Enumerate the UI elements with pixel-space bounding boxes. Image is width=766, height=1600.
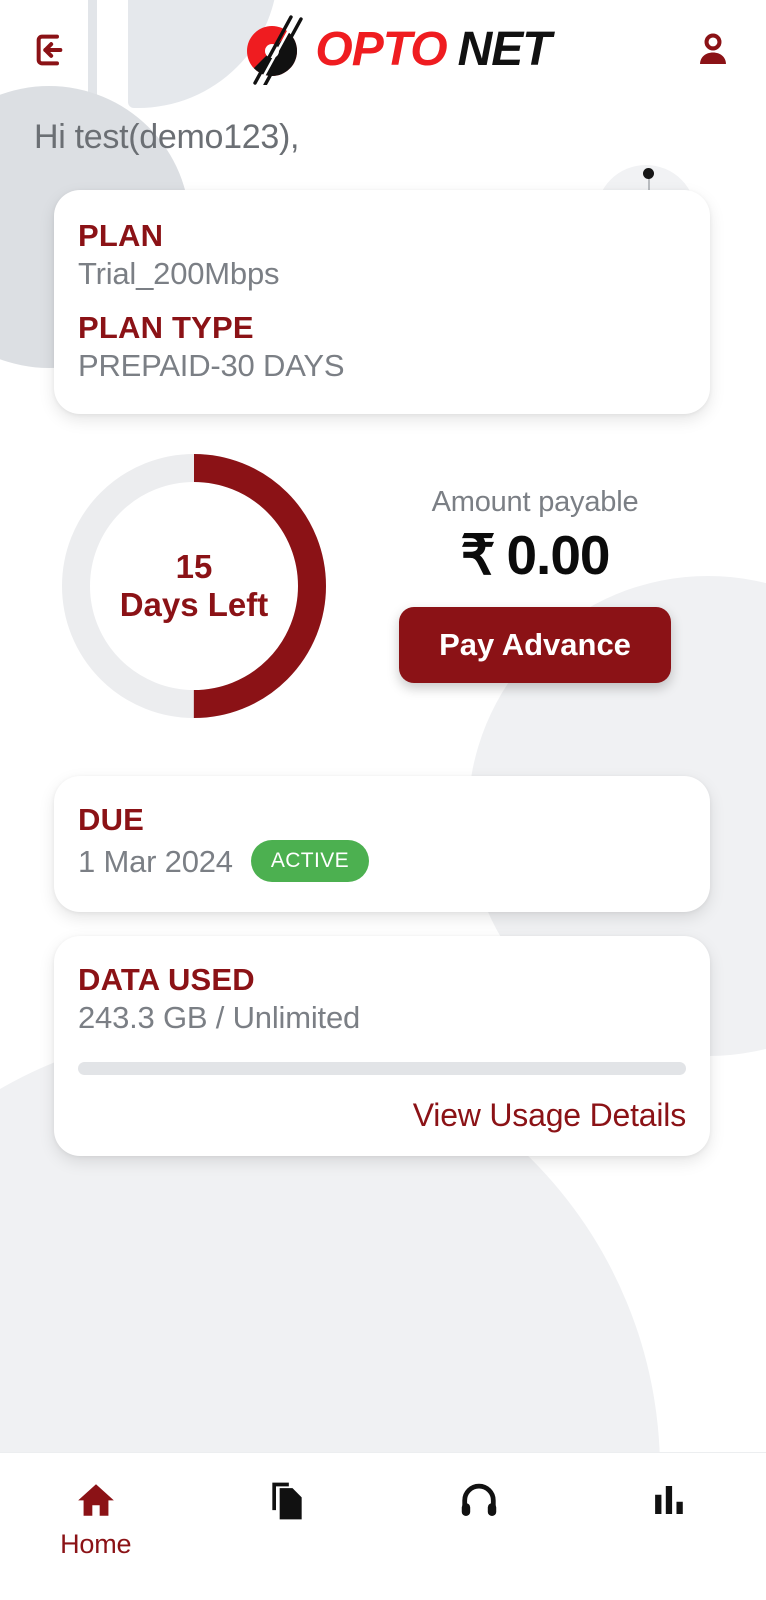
rupee-icon: ₹	[460, 523, 495, 586]
nav-label-home: Home	[60, 1529, 132, 1559]
data-used-label: DATA USED	[78, 962, 255, 997]
pay-advance-button[interactable]: Pay Advance	[399, 606, 671, 683]
greeting-text: Hi test(demo123),	[34, 118, 300, 156]
days-left-center: 15 Days Left	[54, 446, 334, 726]
validity-payment-row: 15 Days Left Amount payable ₹0.00 Pay Ad…	[0, 446, 766, 726]
bg-band-bottom	[0, 1180, 470, 1460]
headset-icon	[461, 1483, 496, 1517]
plan-label: PLAN	[78, 218, 164, 253]
days-left-ring: 15 Days Left	[54, 446, 334, 726]
data-used-card: DATA USED 243.3 GB / Unlimited View Usag…	[54, 936, 710, 1156]
documents-icon	[272, 1482, 302, 1520]
profile-button[interactable]	[690, 27, 736, 73]
brand-wordmark: OPTO NET	[315, 23, 552, 76]
brand-name-secondary: NET	[457, 23, 552, 76]
plan-value: Trial_200Mbps	[78, 256, 280, 291]
amount-payable-value: ₹0.00	[460, 523, 610, 587]
plan-card: PLAN Trial_200Mbps PLAN TYPE PREPAID-30 …	[54, 190, 710, 414]
bg-dot-upper	[643, 168, 654, 179]
amount-payable-label: Amount payable	[431, 485, 639, 518]
due-date: 1 Mar 2024	[78, 844, 233, 879]
data-used-value: 243.3 GB / Unlimited	[78, 1000, 361, 1035]
due-card: DUE 1 Mar 2024 ACTIVE	[54, 776, 710, 912]
opto-logo-icon	[241, 15, 307, 87]
brand-logo: OPTO NET	[241, 15, 552, 87]
status-badge: ACTIVE	[250, 840, 370, 882]
nav-item-documents[interactable]	[192, 1479, 384, 1523]
payment-section: Amount payable ₹0.00 Pay Advance	[344, 486, 726, 683]
logout-button[interactable]	[30, 28, 74, 72]
nav-item-support[interactable]	[383, 1479, 575, 1523]
nav-item-home[interactable]: Home	[0, 1479, 192, 1560]
view-usage-details-link[interactable]: View Usage Details	[78, 1097, 686, 1134]
plan-type-value: PREPAID-30 DAYS	[78, 348, 345, 383]
data-usage-bar	[78, 1062, 686, 1075]
app-root: OPTO NET Hi test(demo123), PLAN Trial_20…	[0, 0, 766, 1600]
plan-type-label: PLAN TYPE	[78, 310, 254, 345]
days-left-label: Days Left	[119, 586, 269, 623]
days-left-count: 15	[175, 547, 213, 585]
home-icon	[77, 1484, 114, 1516]
app-header: OPTO NET	[0, 0, 766, 100]
bottom-navigation: Home	[0, 1452, 766, 1600]
logout-icon	[36, 34, 63, 66]
due-label: DUE	[78, 802, 145, 837]
person-icon	[700, 33, 726, 64]
brand-name-primary: OPTO	[315, 23, 447, 76]
nav-item-usage[interactable]	[575, 1479, 766, 1521]
due-row: 1 Mar 2024 ACTIVE	[78, 840, 710, 882]
bar-chart-icon	[655, 1486, 684, 1514]
amount-number: 0.00	[506, 523, 610, 586]
